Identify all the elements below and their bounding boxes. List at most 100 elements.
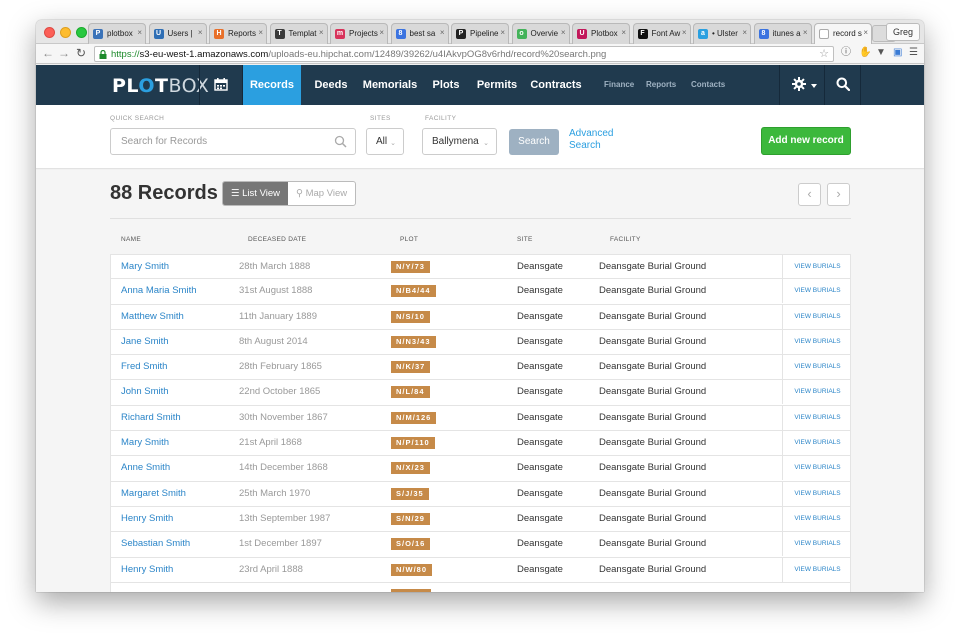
nav-reports[interactable]: Reports — [646, 65, 676, 105]
view-burials-link[interactable]: VIEW BURIALS — [782, 329, 852, 354]
close-tab-icon[interactable]: × — [379, 28, 384, 37]
record-name-link[interactable]: Henry Smith — [121, 558, 173, 582]
browser-tab[interactable]: U Users | × — [148, 23, 207, 44]
record-name-link[interactable]: Anna Maria Smith — [121, 279, 197, 303]
record-name-link[interactable]: Matthew Smith — [121, 305, 184, 329]
list-view-button[interactable]: ☰ List View — [223, 182, 288, 205]
zoom-window-button[interactable] — [76, 27, 87, 38]
view-burials-link[interactable]: VIEW BURIALS — [782, 557, 852, 582]
table-row: Henry Smith 13th September 1987 S/N/29 Dean… — [110, 506, 852, 533]
view-burials-link[interactable]: VIEW BURIALS — [782, 304, 852, 329]
extension-icon[interactable]: ▣ — [893, 47, 902, 59]
nav-permits[interactable]: Permits — [475, 65, 519, 105]
close-tab-icon[interactable]: × — [137, 28, 142, 37]
nav-deeds[interactable]: Deeds — [309, 65, 353, 105]
record-name-link[interactable]: Mary Smith — [121, 431, 169, 455]
view-burials-link[interactable]: VIEW BURIALS — [782, 532, 852, 557]
minimize-window-button[interactable] — [60, 27, 71, 38]
record-name-link[interactable]: John Smith — [121, 380, 169, 404]
browser-tab[interactable]: 8 itunes a × — [753, 23, 812, 44]
browser-tab[interactable]: 8 best sa × — [390, 23, 449, 44]
url-scheme: https:// — [111, 49, 140, 60]
plotbox-logo[interactable]: PLOTBOX — [112, 75, 209, 97]
view-burials-link[interactable]: VIEW BURIALS — [782, 431, 852, 456]
record-name-link[interactable]: Mary Smith — [121, 255, 169, 279]
record-name-link[interactable]: Sebastian Smith — [121, 532, 190, 556]
facility-value: Ballymena — [432, 136, 479, 147]
site-name: Deansgate — [517, 538, 563, 550]
record-name-link[interactable]: Jane Smith — [121, 330, 169, 354]
close-window-button[interactable] — [44, 27, 55, 38]
map-view-button[interactable]: ⚲ Map View — [288, 182, 355, 205]
plot-badge: N/N3/43 — [391, 335, 436, 348]
nav-contacts[interactable]: Contacts — [691, 65, 725, 105]
close-tab-icon[interactable]: × — [682, 28, 687, 37]
record-name-link[interactable]: Anne Smith — [121, 456, 170, 480]
view-burials-link[interactable]: VIEW BURIALS — [782, 481, 852, 506]
tab-favicon-icon: 8 — [395, 29, 406, 39]
view-burials-link[interactable]: VIEW BURIALS — [782, 405, 852, 430]
record-name-link[interactable]: Richard Smith — [121, 406, 181, 430]
advanced-search-line2: Search — [569, 140, 601, 151]
close-tab-icon[interactable]: × — [198, 28, 203, 37]
gear-icon[interactable] — [792, 77, 806, 91]
close-tab-icon[interactable]: × — [500, 28, 505, 37]
view-burials-link[interactable]: VIEW BURIALS — [782, 506, 852, 531]
menu-icon[interactable]: ☰ — [909, 47, 918, 59]
record-name-link[interactable]: Henry Smith — [121, 507, 173, 531]
address-bar[interactable]: https://s3-eu-west-1.amazonaws.com/uploa… — [94, 46, 834, 62]
record-name-link[interactable]: Margaret Smith — [121, 482, 186, 506]
forward-arrow-icon[interactable]: → — [58, 46, 70, 60]
close-tab-icon[interactable]: × — [258, 28, 263, 37]
view-burials-link[interactable]: VIEW BURIALS — [782, 279, 852, 304]
search-icon[interactable] — [836, 77, 850, 91]
close-tab-icon[interactable]: × — [561, 28, 566, 37]
chevron-down-icon[interactable] — [811, 84, 817, 88]
record-name-link[interactable]: Fred Smith — [121, 355, 167, 379]
back-arrow-icon[interactable]: ← — [42, 46, 54, 60]
view-burials-link[interactable]: VIEW BURIALS — [782, 456, 852, 481]
browser-tab[interactable]: m Projects × — [330, 23, 388, 44]
profile-button[interactable]: Greg — [885, 23, 920, 41]
nav-plots[interactable]: Plots — [430, 65, 462, 105]
advanced-search-link[interactable]: Advanced Search — [569, 128, 613, 152]
facility-label: FACILITY — [425, 115, 457, 122]
info-icon[interactable]: ⓘ — [841, 47, 851, 59]
close-tab-icon[interactable]: × — [440, 28, 445, 37]
nav-contracts[interactable]: Contracts — [529, 65, 583, 105]
browser-tab[interactable]: P Pipeline × — [451, 23, 509, 44]
bookmark-star-icon[interactable]: ☆ — [819, 47, 829, 60]
browser-tab[interactable]: a • Ulster × — [693, 23, 751, 44]
next-page-button[interactable]: › — [827, 183, 850, 206]
prev-page-button[interactable]: ‹ — [798, 183, 821, 206]
tab-label: Reports — [228, 29, 257, 38]
calendar-icon[interactable] — [214, 78, 228, 91]
hand-icon[interactable]: ✋ — [859, 47, 871, 59]
browser-tab[interactable]: record s × — [814, 23, 872, 44]
view-burials-link[interactable]: VIEW BURIALS — [782, 380, 852, 405]
close-tab-icon[interactable]: × — [319, 28, 324, 37]
close-tab-icon[interactable]: × — [621, 28, 626, 37]
nav-finance[interactable]: Finance — [604, 65, 634, 105]
search-button[interactable]: Search — [509, 129, 559, 155]
browser-tab[interactable]: F Font Aw × — [632, 23, 691, 44]
close-tab-icon[interactable]: × — [742, 28, 747, 37]
facility-select[interactable]: Ballymena ⌄ — [422, 128, 497, 155]
close-tab-icon[interactable]: × — [803, 28, 808, 37]
sites-select[interactable]: All ⌄ — [366, 128, 404, 155]
pocket-icon[interactable]: ▼ — [876, 47, 886, 59]
browser-tab[interactable]: H Reports × — [209, 23, 267, 44]
close-tab-icon[interactable]: × — [863, 28, 868, 37]
nav-memorials[interactable]: Memorials — [361, 65, 419, 105]
reload-icon[interactable]: ↻ — [76, 46, 86, 60]
browser-tab[interactable]: U Plotbox × — [572, 23, 630, 44]
quick-search-input[interactable]: Search for Records — [110, 128, 356, 155]
view-burials-link[interactable]: VIEW BURIALS — [782, 255, 852, 279]
browser-tab[interactable]: o Overvie × — [511, 23, 570, 44]
view-burials-link[interactable]: VIEW BURIALS — [782, 355, 852, 380]
sites-label: SITES — [370, 115, 391, 122]
add-new-record-button[interactable]: Add new record — [761, 127, 851, 155]
browser-tab[interactable]: Pplotbox × — [88, 23, 146, 44]
browser-tab[interactable]: T Templat × — [269, 23, 328, 44]
nav-records[interactable]: Records — [243, 65, 301, 105]
